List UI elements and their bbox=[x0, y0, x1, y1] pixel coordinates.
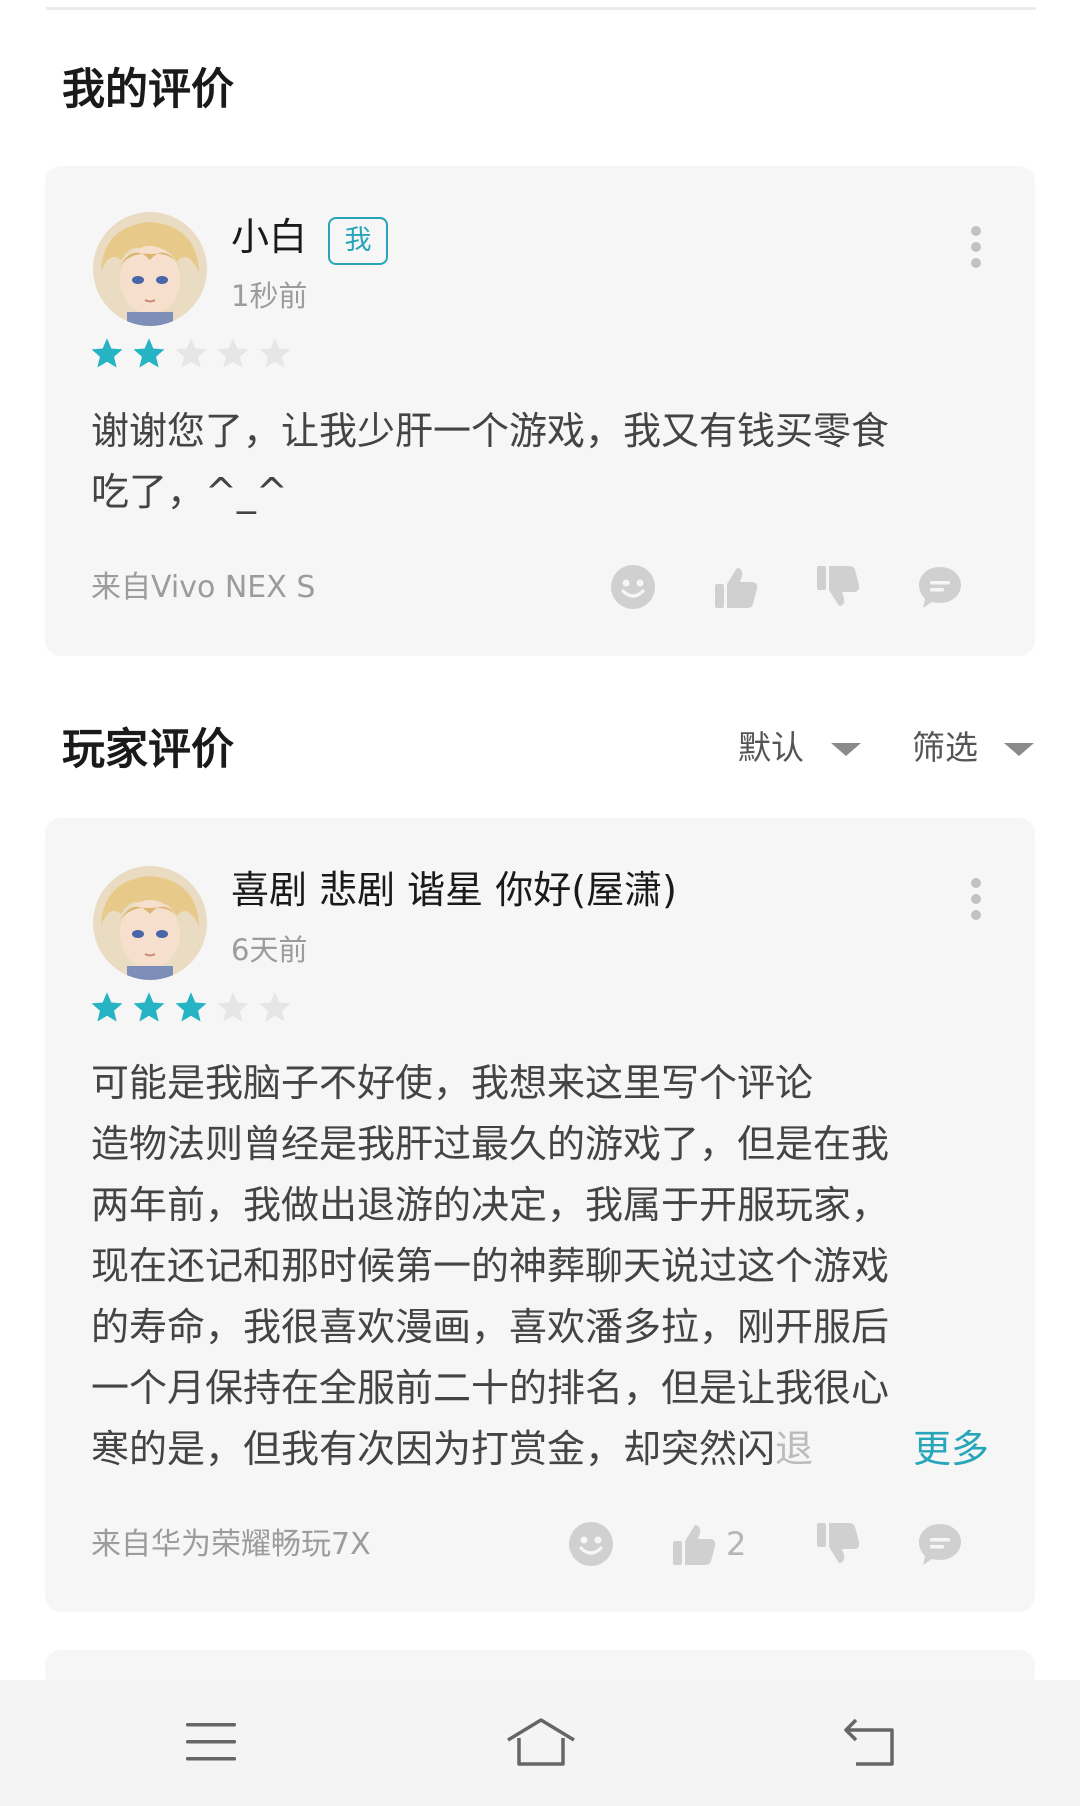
username[interactable]: 小白 bbox=[231, 212, 307, 262]
star-icon bbox=[133, 338, 165, 368]
avatar[interactable] bbox=[93, 212, 207, 326]
avatar[interactable] bbox=[93, 866, 207, 980]
star-icon bbox=[91, 992, 123, 1022]
more-vert-icon[interactable] bbox=[969, 878, 983, 926]
star-icon bbox=[217, 992, 249, 1022]
review-last-line: 寒的是，但我有次因为打赏金，却突然闪 bbox=[91, 1427, 776, 1471]
dropdown-triangle-icon[interactable] bbox=[831, 743, 861, 756]
filter-label: 筛选 bbox=[912, 728, 978, 767]
review-content-line: 可能是我脑子不好使，我想来这里写个评论 bbox=[91, 1061, 814, 1105]
star-icon bbox=[175, 992, 207, 1022]
review-content-line: 吃了，^_^ bbox=[91, 470, 288, 514]
review-content-line: 现在还记和那时候第一的神葬聊天说过这个游戏 bbox=[91, 1244, 890, 1288]
device-source: 来自Vivo NEX S bbox=[91, 570, 316, 605]
comment-icon[interactable] bbox=[917, 564, 963, 610]
thumbs-down-icon[interactable] bbox=[815, 1521, 861, 1567]
emoji-icon[interactable] bbox=[610, 564, 656, 610]
top-divider bbox=[46, 7, 1036, 10]
review-content-line: 造物法则曾经是我肝过最久的游戏了，但是在我 bbox=[91, 1122, 890, 1166]
review-content-line: 寒的是，但我有次因为打赏金，却突然闪退 bbox=[91, 1419, 991, 1480]
thumbs-down-icon[interactable] bbox=[815, 564, 861, 610]
username[interactable]: 喜剧 悲剧 谐星 你好(屋潇) bbox=[231, 865, 677, 915]
sort-dropdown[interactable]: 默认 bbox=[738, 726, 804, 770]
like-count: 2 bbox=[726, 1525, 747, 1563]
star-icon bbox=[217, 338, 249, 368]
review-time: 1秒前 bbox=[231, 279, 308, 313]
player-review-card: 喜剧 悲剧 谐星 你好(屋潇) 6天前 可能是我脑子不好使，我想来这里写个评论 … bbox=[45, 818, 1035, 1612]
rating-stars bbox=[89, 336, 299, 372]
review-content-line: 谢谢您了，让我少肝一个游戏，我又有钱买零食 bbox=[91, 409, 890, 453]
star-icon bbox=[259, 992, 291, 1022]
thumbs-up-icon[interactable] bbox=[713, 564, 759, 610]
emoji-icon[interactable] bbox=[568, 1521, 614, 1567]
my-review-card: 小白 我 1秒前 谢谢您了，让我少肝一个游戏，我又有钱买零食 吃了，^_^ 来自… bbox=[45, 166, 1035, 656]
filter-dropdown[interactable]: 筛选 bbox=[912, 726, 978, 770]
star-icon bbox=[259, 338, 291, 368]
rating-stars bbox=[89, 990, 299, 1026]
player-reviews-section-title: 玩家评价 bbox=[62, 725, 234, 775]
review-content-line: 一个月保持在全服前二十的排名，但是让我很心 bbox=[91, 1366, 890, 1410]
review-content-line: 的寿命，我很喜欢漫画，喜欢潘多拉，刚开服后 bbox=[91, 1305, 890, 1349]
star-icon bbox=[175, 338, 207, 368]
comment-icon[interactable] bbox=[917, 1521, 963, 1567]
star-icon bbox=[133, 992, 165, 1022]
back-icon[interactable] bbox=[842, 1718, 898, 1768]
sort-label: 默认 bbox=[738, 728, 804, 767]
more-vert-icon[interactable] bbox=[969, 226, 983, 274]
review-faded-text: 退 bbox=[775, 1427, 814, 1471]
system-nav-bar bbox=[0, 1680, 1080, 1806]
review-content: 可能是我脑子不好使，我想来这里写个评论 造物法则曾经是我肝过最久的游戏了，但是在… bbox=[91, 1053, 991, 1480]
device-source: 来自华为荣耀畅玩7X bbox=[91, 1527, 371, 1562]
dropdown-triangle-icon[interactable] bbox=[1004, 743, 1034, 756]
review-time: 6天前 bbox=[231, 933, 308, 967]
star-icon bbox=[91, 338, 123, 368]
thumbs-up-icon[interactable] bbox=[671, 1521, 717, 1567]
me-badge: 我 bbox=[328, 217, 388, 265]
review-content-line: 两年前，我做出退游的决定，我属于开服玩家， bbox=[91, 1183, 890, 1227]
expand-more-link[interactable]: 更多 bbox=[913, 1419, 989, 1480]
home-icon[interactable] bbox=[505, 1716, 577, 1768]
review-content: 谢谢您了，让我少肝一个游戏，我又有钱买零食 吃了，^_^ bbox=[91, 401, 991, 523]
my-review-section-title: 我的评价 bbox=[62, 65, 234, 115]
menu-icon[interactable] bbox=[184, 1719, 238, 1765]
